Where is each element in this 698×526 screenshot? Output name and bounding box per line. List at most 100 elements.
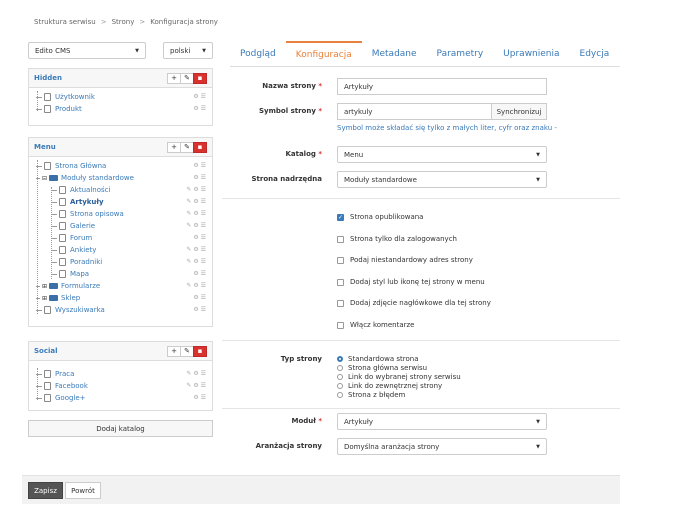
collapse-icon[interactable]: ⊟ bbox=[42, 175, 47, 182]
add-catalog-button[interactable]: Dodaj katalog bbox=[28, 420, 213, 437]
tree-item[interactable]: Aktualności ✎ ⚙ ☰ bbox=[36, 184, 212, 196]
tree-item-label[interactable]: Formularze bbox=[61, 282, 100, 290]
tree-item-label[interactable]: Mapa bbox=[70, 270, 89, 278]
settings-icon[interactable]: ✎ ⚙ ☰ bbox=[186, 246, 206, 253]
expand-icon[interactable]: ⊞ bbox=[42, 283, 47, 290]
radio-icon[interactable] bbox=[337, 391, 343, 398]
settings-icon[interactable]: ✎ ⚙ ☰ bbox=[186, 222, 206, 229]
settings-icon[interactable]: ⚙ ☰ bbox=[193, 105, 206, 112]
language-select[interactable]: polski ▼ bbox=[163, 42, 213, 59]
delete-icon[interactable]: ▪ bbox=[193, 72, 207, 84]
sync-button[interactable]: Synchronizuj bbox=[491, 103, 547, 120]
tree-item-label[interactable]: Strona opisowa bbox=[70, 210, 124, 218]
radio-icon[interactable] bbox=[337, 373, 343, 380]
radio-home[interactable]: Strona główna serwisu bbox=[337, 363, 461, 372]
settings-icon[interactable]: ⚙ ☰ bbox=[193, 162, 206, 169]
tab-configuration[interactable]: Konfiguracja bbox=[285, 41, 362, 67]
settings-icon[interactable]: ✎ ⚙ ☰ bbox=[186, 282, 206, 289]
checkbox-icon[interactable] bbox=[337, 299, 344, 307]
save-button[interactable]: Zapisz bbox=[28, 482, 63, 499]
tree-item[interactable]: ⊞ Formularze ✎ ⚙ ☰ bbox=[36, 280, 212, 292]
tree-item[interactable]: Użytkownik ⚙ ☰ bbox=[36, 91, 212, 103]
checkbox-comments[interactable]: Włącz komentarze bbox=[337, 321, 415, 329]
settings-icon[interactable]: ✎ ⚙ ☰ bbox=[186, 382, 206, 389]
settings-icon[interactable]: ⚙ ☰ bbox=[193, 394, 206, 401]
page-name-input[interactable]: Artykuły bbox=[337, 78, 547, 95]
tree-item[interactable]: Strona opisowa ✎ ⚙ ☰ bbox=[36, 208, 212, 220]
tree-item[interactable]: ⊟ Moduły standardowe ⚙ ☰ bbox=[36, 172, 212, 184]
tree-item-label[interactable]: Aktualności bbox=[70, 186, 110, 194]
checkbox-icon[interactable] bbox=[337, 256, 344, 264]
tree-item-label[interactable]: Użytkownik bbox=[55, 93, 95, 101]
edit-icon[interactable]: ✎ bbox=[180, 141, 194, 153]
add-icon[interactable]: + bbox=[167, 72, 181, 84]
checkbox-icon[interactable] bbox=[337, 321, 344, 329]
tab-metadata[interactable]: Metadane bbox=[362, 41, 427, 67]
symbol-input[interactable]: artykuly bbox=[337, 103, 492, 120]
site-select[interactable]: Edito CMS ▼ bbox=[28, 42, 146, 59]
tree-item[interactable]: Poradniki ✎ ⚙ ☰ bbox=[36, 256, 212, 268]
settings-icon[interactable]: ⚙ ☰ bbox=[193, 306, 206, 313]
settings-icon[interactable]: ✎ ⚙ ☰ bbox=[186, 258, 206, 265]
tree-item-label[interactable]: Wyszukiwarka bbox=[55, 306, 105, 314]
tree-item[interactable]: Strona Główna ⚙ ☰ bbox=[36, 160, 212, 172]
tree-item-label[interactable]: Forum bbox=[70, 234, 92, 242]
tree-item-label[interactable]: Praca bbox=[55, 370, 74, 378]
checkbox-custom-url[interactable]: Podaj niestandardowy adres strony bbox=[337, 256, 473, 264]
tree-item[interactable]: Ankiety ✎ ⚙ ☰ bbox=[36, 244, 212, 256]
parent-select[interactable]: Moduły standardowe ▼ bbox=[337, 171, 547, 188]
tree-item-label[interactable]: Produkt bbox=[55, 105, 82, 113]
tree-item-label[interactable]: Sklep bbox=[61, 294, 80, 302]
radio-standard[interactable]: Standardowa strona bbox=[337, 354, 461, 363]
tree-item[interactable]: Produkt ⚙ ☰ bbox=[36, 103, 212, 115]
tree-item[interactable]: Forum ⚙ ☰ bbox=[36, 232, 212, 244]
tree-item[interactable]: Artykuły ✎ ⚙ ☰ bbox=[36, 196, 212, 208]
tab-preview[interactable]: Podgląd bbox=[230, 41, 286, 67]
tree-item-label[interactable]: Galerie bbox=[70, 222, 95, 230]
settings-icon[interactable]: ✎ ⚙ ☰ bbox=[186, 370, 206, 377]
radio-external-link[interactable]: Link do zewnętrznej strony bbox=[337, 381, 461, 390]
tree-item-label[interactable]: Moduły standardowe bbox=[61, 174, 134, 182]
delete-icon[interactable]: ▪ bbox=[193, 141, 207, 153]
tree-item[interactable]: Facebook ✎ ⚙ ☰ bbox=[36, 380, 212, 392]
add-icon[interactable]: + bbox=[167, 345, 181, 357]
settings-icon[interactable]: ⚙ ☰ bbox=[193, 294, 206, 301]
radio-internal-link[interactable]: Link do wybranej strony serwisu bbox=[337, 372, 461, 381]
tree-item[interactable]: Google+ ⚙ ☰ bbox=[36, 392, 212, 404]
checkbox-header-image[interactable]: Dodaj zdjęcie nagłówkowe dla tej strony bbox=[337, 299, 491, 307]
catalog-select[interactable]: Menu ▼ bbox=[337, 146, 547, 163]
settings-icon[interactable]: ⚙ ☰ bbox=[193, 270, 206, 277]
settings-icon[interactable]: ⚙ ☰ bbox=[193, 174, 206, 181]
checkbox-icon[interactable]: ✓ bbox=[337, 213, 344, 221]
settings-icon[interactable]: ✎ ⚙ ☰ bbox=[186, 198, 206, 205]
checkbox-menu-icon[interactable]: Dodaj styl lub ikonę tej strony w menu bbox=[337, 278, 485, 286]
breadcrumb-item[interactable]: Struktura serwisu bbox=[34, 18, 96, 26]
expand-icon[interactable]: ⊞ bbox=[42, 295, 47, 302]
settings-icon[interactable]: ⚙ ☰ bbox=[193, 93, 206, 100]
edit-icon[interactable]: ✎ bbox=[180, 345, 194, 357]
tree-item[interactable]: Mapa ⚙ ☰ bbox=[36, 268, 212, 280]
tree-item[interactable]: ⊞ Sklep ⚙ ☰ bbox=[36, 292, 212, 304]
checkbox-icon[interactable] bbox=[337, 235, 344, 243]
radio-icon[interactable] bbox=[337, 382, 343, 389]
checkbox-icon[interactable] bbox=[337, 278, 344, 286]
checkbox-logged-only[interactable]: Strona tylko dla zalogowanych bbox=[337, 235, 457, 243]
settings-icon[interactable]: ✎ ⚙ ☰ bbox=[186, 210, 206, 217]
radio-icon[interactable] bbox=[337, 355, 343, 362]
tree-item-label[interactable]: Strona Główna bbox=[55, 162, 106, 170]
tree-item-label[interactable]: Google+ bbox=[55, 394, 86, 402]
tree-item[interactable]: Praca ✎ ⚙ ☰ bbox=[36, 368, 212, 380]
tree-item-label[interactable]: Artykuły bbox=[70, 198, 104, 206]
add-icon[interactable]: + bbox=[167, 141, 181, 153]
tree-item[interactable]: Galerie ✎ ⚙ ☰ bbox=[36, 220, 212, 232]
tab-permissions[interactable]: Uprawnienia bbox=[493, 41, 569, 67]
tree-item-label[interactable]: Facebook bbox=[55, 382, 88, 390]
delete-icon[interactable]: ▪ bbox=[193, 345, 207, 357]
back-button[interactable]: Powrót bbox=[65, 482, 101, 499]
edit-icon[interactable]: ✎ bbox=[180, 72, 194, 84]
checkbox-published[interactable]: ✓ Strona opublikowana bbox=[337, 213, 423, 221]
tree-item[interactable]: Wyszukiwarka ⚙ ☰ bbox=[36, 304, 212, 316]
tab-parameters[interactable]: Parametry bbox=[427, 41, 494, 67]
tree-item-label[interactable]: Poradniki bbox=[70, 258, 102, 266]
settings-icon[interactable]: ✎ ⚙ ☰ bbox=[186, 186, 206, 193]
